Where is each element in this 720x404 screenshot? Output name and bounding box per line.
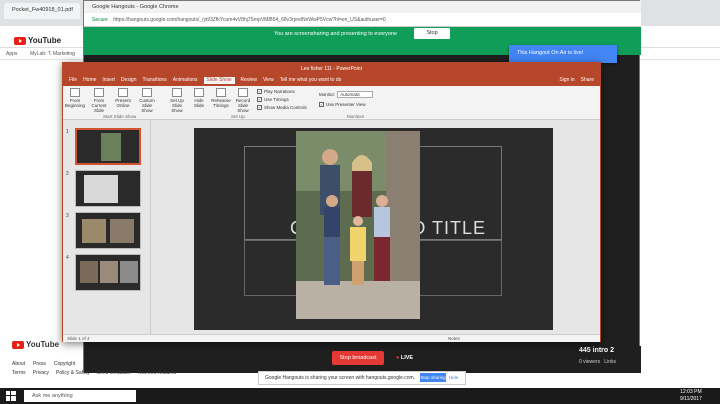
menu-file[interactable]: File [69, 77, 77, 84]
youtube-play-icon [14, 36, 26, 45]
rehearse-timings-button[interactable]: Rehearse Timings [211, 88, 231, 108]
presenter-view-checkbox[interactable]: ✓ Use Presenter View [319, 102, 366, 107]
present-online-button[interactable]: Present Online [113, 88, 133, 108]
screenshare-banner-text: You are screensharing and presenting to … [274, 31, 398, 37]
footer-link[interactable]: Press [33, 361, 46, 367]
notes-button[interactable]: Notes [448, 336, 460, 341]
family-photo[interactable] [296, 131, 420, 319]
tell-me-box[interactable]: Tell me what you want to do [280, 77, 342, 84]
group-set-up: Set Up [231, 114, 245, 119]
bookmark-apps[interactable]: Apps [6, 51, 17, 57]
slide-number: 2 [66, 171, 69, 177]
broadcast-title: 445 intro 2 [579, 347, 615, 354]
footer-link[interactable]: Test new features [137, 370, 176, 376]
hangouts-title-bar: Google Hangouts - Google Chrome [84, 1, 641, 13]
group-start-slide-show: Start Slide Show [103, 114, 137, 119]
play-narrations-checkbox[interactable]: ✓ Play Narrations [257, 89, 295, 94]
secure-label: Secure [92, 17, 108, 23]
slide-thumbnail-4[interactable] [75, 254, 141, 291]
from-current-slide-button[interactable]: From Current Slide [89, 88, 109, 113]
from-beginning-button[interactable]: From Beginning [65, 88, 85, 108]
youtube-play-icon [12, 340, 24, 349]
record-icon [238, 88, 248, 97]
sign-in-link[interactable]: Sign in [559, 77, 574, 84]
group-monitors: Monitors [347, 114, 365, 119]
powerpoint-window: Lee fisher 111 - PowerPoint File Home In… [62, 62, 601, 342]
clock-icon [216, 88, 226, 97]
on-air-notification: This Hangout On Air is live! [509, 45, 617, 63]
slide-number: 1 [66, 129, 69, 135]
menu-view[interactable]: View [263, 77, 274, 84]
youtube-footer-logo[interactable]: YouTube [12, 340, 176, 349]
use-timings-checkbox[interactable]: ✓ Use Timings [257, 97, 289, 102]
tab-pdf[interactable]: Pocket_Fw40918_01.pdf [4, 3, 80, 19]
menu-insert[interactable]: Insert [102, 77, 115, 84]
slide-thumbnail-2[interactable] [75, 170, 141, 207]
custom-slide-show-button[interactable]: Custom Slide Show [137, 88, 157, 113]
footer-link[interactable]: Copyright [54, 361, 75, 367]
slideshow-icon [70, 88, 80, 97]
globe-icon [118, 88, 128, 97]
set-up-slide-show-button[interactable]: Set Up Slide Show [167, 88, 187, 113]
hide-slide-button[interactable]: Hide Slide [189, 88, 209, 108]
slide-thumbnail-1[interactable] [75, 128, 141, 165]
bookmark-mylab[interactable]: MyLab: T. Marketing [30, 51, 75, 57]
footer-link[interactable]: Send feedback [97, 370, 130, 376]
slide-number: 3 [66, 213, 69, 219]
windows-start-icon[interactable] [6, 391, 16, 401]
live-indicator: ● LIVE [396, 355, 414, 361]
hide-share-bar-button[interactable]: Hide [449, 375, 458, 380]
footer-links-row-2: Terms Privacy Policy & Safety Send feedb… [12, 370, 176, 376]
footer-link[interactable]: Policy & Safety [56, 370, 90, 376]
menu-animations[interactable]: Animations [173, 77, 198, 84]
menu-home[interactable]: Home [83, 77, 96, 84]
footer-link[interactable]: Privacy [33, 370, 49, 376]
url-text: https://hangouts.google.com/hangouts/_/y… [113, 17, 386, 23]
slide-show-ribbon: From Beginning From Current Slide Presen… [63, 86, 600, 120]
footer-link[interactable]: About [12, 361, 25, 367]
show-media-controls-checkbox[interactable]: ✓ Show Media Controls [257, 105, 307, 110]
youtube-logo[interactable]: YouTube [14, 36, 61, 45]
stop-sharing-button[interactable]: Stop sharing [420, 373, 446, 382]
stop-presenting-button[interactable]: Stop [414, 28, 450, 39]
slide-number: 4 [66, 255, 69, 261]
share-button[interactable]: Share [581, 77, 594, 84]
powerpoint-title-bar: Lee fisher 111 - PowerPoint [63, 63, 600, 75]
menu-slide-show[interactable]: Slide Show [203, 77, 235, 84]
slide-thumbnail-3[interactable] [75, 212, 141, 249]
taskbar-clock[interactable]: 12:03 PM 9/11/2017 [680, 389, 702, 403]
powerpoint-menu-bar: File Home Insert Design Transitions Anim… [63, 75, 600, 86]
links-button[interactable]: Links [604, 359, 616, 365]
slideshow-icon [94, 88, 104, 97]
footer-link[interactable]: Terms [12, 370, 26, 376]
youtube-footer: YouTube About Press Copyright Terms Priv… [12, 340, 176, 376]
slide-thumbnail-pane: 1 2 3 4 [63, 120, 151, 334]
stop-broadcast-button[interactable]: Stop broadcast [332, 351, 384, 365]
footer-links-row-1: About Press Copyright [12, 361, 176, 367]
record-slide-show-button[interactable]: Record Slide Show [233, 88, 253, 113]
menu-design[interactable]: Design [121, 77, 137, 84]
viewers-count: 0 viewers Links [579, 359, 616, 365]
hangouts-address-bar[interactable]: Secure https://hangouts.google.com/hango… [84, 13, 641, 27]
custom-show-icon [142, 88, 152, 97]
setup-icon [172, 88, 182, 97]
taskbar-search-box[interactable]: Ask me anything [24, 390, 136, 402]
monitor-select[interactable]: Monitor: Automatic [319, 91, 374, 98]
menu-review[interactable]: Review [241, 77, 257, 84]
hide-icon [194, 88, 204, 97]
menu-transitions[interactable]: Transitions [143, 77, 167, 84]
